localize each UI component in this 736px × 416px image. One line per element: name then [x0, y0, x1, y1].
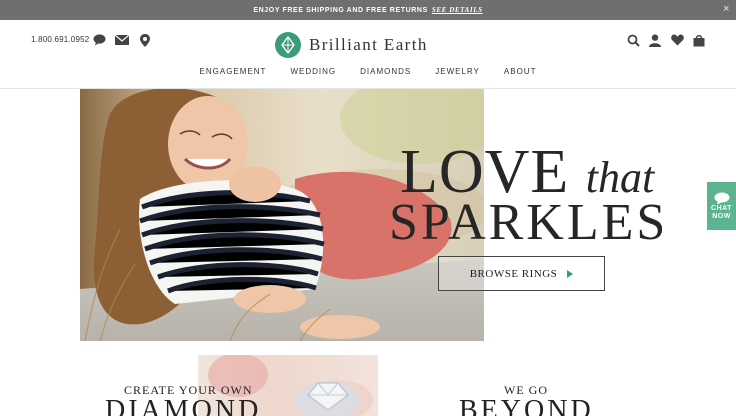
- nav-item-wedding[interactable]: WEDDING: [290, 67, 336, 76]
- promo-text: ENJOY FREE SHIPPING AND FREE RETURNS: [253, 6, 428, 14]
- envelope-icon[interactable]: [115, 33, 129, 47]
- hero-headline-line2: SPARKLES: [389, 194, 669, 251]
- nav-item-jewelry[interactable]: JEWELRY: [435, 67, 480, 76]
- shopping-bag-icon[interactable]: [692, 33, 706, 47]
- heart-icon[interactable]: [670, 33, 684, 47]
- chat-now-label: CHAT NOW: [711, 204, 732, 220]
- nav-item-about[interactable]: ABOUT: [504, 67, 537, 76]
- chat-bubble-icon: [714, 192, 729, 204]
- nav-item-engagement[interactable]: ENGAGEMENT: [200, 67, 267, 76]
- beyond-heading[interactable]: BEYOND: [459, 395, 594, 416]
- location-pin-icon[interactable]: [138, 33, 152, 47]
- nav-item-diamonds[interactable]: DIAMONDS: [360, 67, 411, 76]
- see-details-link[interactable]: SEE DETAILS: [432, 6, 483, 14]
- brand-logo[interactable]: Brilliant Earth: [275, 32, 428, 58]
- play-arrow-icon: [567, 269, 574, 278]
- promo-bar: ENJOY FREE SHIPPING AND FREE RETURNS SEE…: [0, 0, 736, 20]
- chat-now-tab[interactable]: CHAT NOW: [707, 182, 736, 230]
- brand-logo-icon: [275, 32, 301, 58]
- close-promo-button[interactable]: ×: [723, 3, 730, 15]
- diamond-heading[interactable]: DIAMOND: [105, 395, 261, 416]
- phone-number[interactable]: 1.800.691.0952: [31, 35, 89, 44]
- account-icon[interactable]: [648, 33, 662, 47]
- browse-rings-button[interactable]: BROWSE RINGS: [438, 256, 605, 291]
- search-icon[interactable]: [626, 33, 640, 47]
- main-nav: ENGAGEMENT WEDDING DIAMONDS JEWELRY ABOU…: [0, 67, 736, 76]
- chat-bubble-icon[interactable]: [92, 33, 106, 47]
- brand-name: Brilliant Earth: [309, 35, 428, 54]
- browse-rings-label: BROWSE RINGS: [469, 267, 558, 280]
